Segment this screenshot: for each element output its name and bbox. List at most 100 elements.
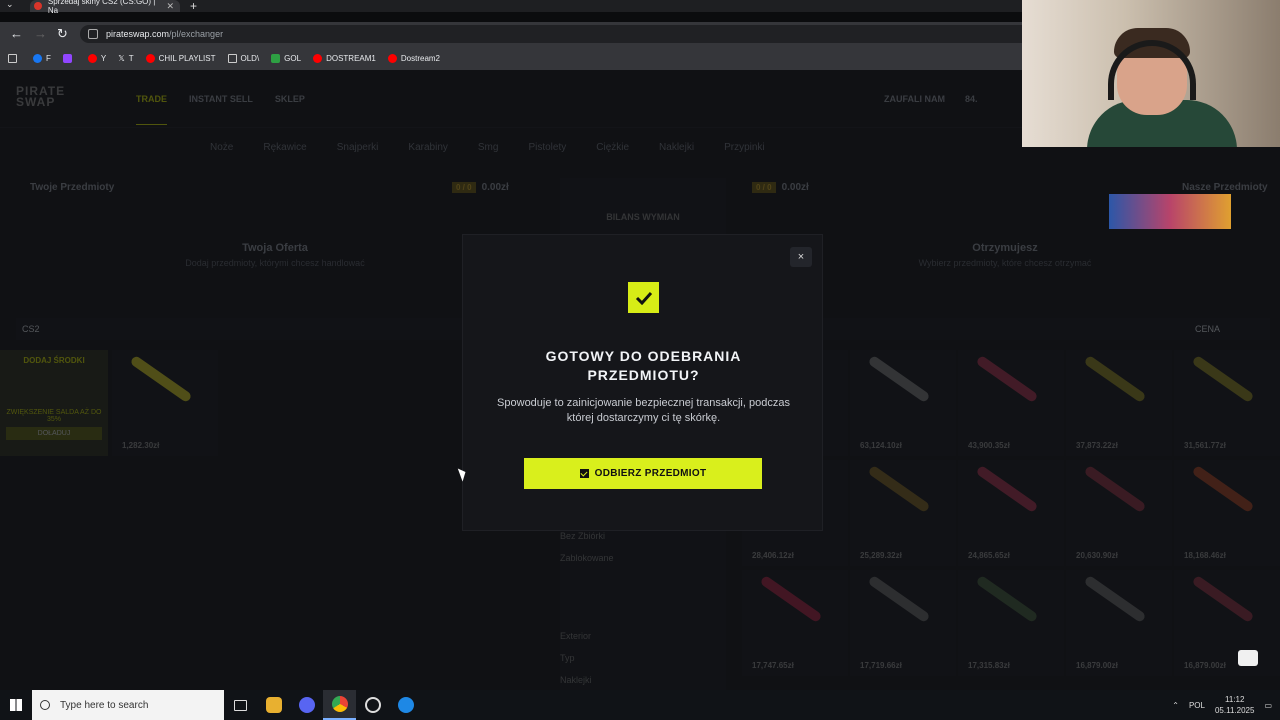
obs-icon[interactable]	[356, 690, 389, 720]
task-view-button[interactable]	[224, 690, 257, 720]
new-tab-button[interactable]: +	[190, 0, 197, 13]
file-explorer-icon[interactable]	[257, 690, 290, 720]
market-item-tile[interactable]: 25,289.32zł	[850, 460, 956, 566]
tray-expand-icon[interactable]: ⌃	[1172, 701, 1179, 710]
market-item-tile[interactable]: 18,168.46zł	[1174, 460, 1280, 566]
market-item-tile[interactable]: 31,561.77zł	[1174, 350, 1280, 456]
tab-close-icon[interactable]: ✕	[166, 1, 174, 12]
bookmark-item[interactable]: Dostream2	[387, 53, 440, 63]
market-item-tile[interactable]: 63,124.10zł	[850, 350, 956, 456]
close-button[interactable]: ×	[790, 247, 812, 267]
taskbar-search[interactable]: Type here to search	[32, 690, 224, 720]
category-item[interactable]: Pistolety	[528, 142, 566, 153]
nav-sklep[interactable]: SKLEP	[275, 94, 305, 125]
modal-title: GOTOWY DO ODEBRANIA PRZEDMIOTU?	[545, 348, 742, 383]
item-price: 17,719.66zł	[860, 661, 902, 670]
site-info-icon[interactable]	[88, 29, 98, 39]
notification-icon[interactable]: ▭	[1264, 701, 1272, 710]
category-item[interactable]: Noże	[210, 142, 233, 153]
category-item[interactable]: Karabiny	[408, 142, 447, 153]
site-logo[interactable]: PIRATE SWAP	[16, 85, 106, 108]
market-item-tile[interactable]: 16,879.00zł	[1066, 570, 1172, 676]
item-price: 17,315.83zł	[968, 661, 1010, 670]
receive-title: Otrzymujesz	[972, 242, 1038, 254]
game-filter[interactable]: CS2	[22, 324, 40, 334]
your-items-search[interactable]: CS2	[16, 318, 536, 340]
our-items-header: Nasze Przedmioty	[1182, 182, 1268, 193]
apps-grid-icon[interactable]	[8, 53, 21, 63]
item-price: 25,289.32zł	[860, 551, 902, 560]
market-item-tile[interactable]: 16,879.00zł	[1174, 570, 1280, 676]
filter-item[interactable]: Typ	[560, 647, 614, 669]
filter-item[interactable]: Zablokowane	[560, 547, 614, 569]
bookmark-item[interactable]: CHIL PLAYLIST	[145, 53, 216, 63]
claim-item-button[interactable]: ODBIERZ PRZEDMIOT	[524, 458, 762, 489]
bookmark-item[interactable]: Y	[87, 53, 106, 63]
bookmark-folder[interactable]: OLD\	[227, 53, 259, 63]
youtube-icon	[87, 53, 97, 63]
site-favicon-icon	[34, 2, 42, 10]
category-bar: Noże Rękawice Snajperki Karabiny Smg Pis…	[210, 142, 765, 153]
market-item-tile[interactable]: 20,630.90zł	[1066, 460, 1172, 566]
g-icon	[271, 53, 281, 63]
system-tray: ⌃ POL 11:12 05.11.2025 ▭	[1172, 690, 1280, 720]
promo-banner-image[interactable]	[1109, 194, 1231, 229]
x-icon: 𝕏	[118, 53, 125, 63]
language-indicator[interactable]: POL	[1189, 701, 1205, 710]
category-item[interactable]: Smg	[478, 142, 499, 153]
item-price: 31,561.77zł	[1184, 441, 1226, 450]
url-path: /pl/exchanger	[169, 29, 224, 39]
category-item[interactable]: Naklejki	[659, 142, 694, 153]
edge-icon[interactable]	[389, 690, 422, 720]
market-item-tile[interactable]: 17,747.65zł	[742, 570, 848, 676]
bookmark-item[interactable]	[62, 53, 76, 63]
windows-taskbar: Type here to search ⌃ POL 11:12 05.11.20…	[0, 690, 1280, 720]
bookmark-item[interactable]: 𝕏T	[118, 54, 133, 63]
market-item-tile[interactable]: 24,865.65zł	[958, 460, 1064, 566]
filter-item[interactable]: Naklejki	[560, 669, 614, 691]
nav-trade[interactable]: TRADE	[136, 94, 167, 125]
browser-tab[interactable]: Sprzedaj skiny CS2 (CS:GO) | Na ✕	[30, 0, 180, 15]
bookmark-item[interactable]: GOL	[271, 53, 301, 63]
deposit-button[interactable]: DOŁADUJ	[6, 427, 102, 440]
balance-title: BILANS WYMIAN	[606, 212, 680, 222]
facebook-icon	[33, 53, 42, 63]
category-item[interactable]: Przypinki	[724, 142, 765, 153]
check-square-icon	[579, 469, 589, 478]
my-item-tile[interactable]: 1,282.30zł	[112, 350, 218, 456]
clock[interactable]: 11:12 05.11.2025	[1215, 694, 1254, 716]
bookmark-item[interactable]: F	[33, 53, 51, 63]
tab-search-icon[interactable]: ⌄	[6, 0, 14, 10]
nav-zaufali-nam[interactable]: ZAUFALI NAM	[884, 94, 945, 104]
item-price: 18,168.46zł	[1184, 551, 1226, 560]
back-icon[interactable]: ←	[10, 26, 23, 41]
market-item-tile[interactable]: 17,719.66zł	[850, 570, 956, 676]
market-item-tile[interactable]: 17,315.83zł	[958, 570, 1064, 676]
item-price: 20,630.90zł	[1076, 551, 1118, 560]
offer-subtitle: Dodaj przedmioty, którymi chcesz handlow…	[185, 258, 365, 268]
reload-icon[interactable]: ↻	[57, 26, 68, 42]
nav-instant-sell[interactable]: INSTANT SELL	[189, 94, 253, 125]
offer-title: Twoja Oferta	[242, 242, 308, 254]
bookmark-item[interactable]: DOSTREAM1	[313, 53, 376, 63]
item-price: 37,873.22zł	[1076, 441, 1118, 450]
forward-icon[interactable]: →	[34, 26, 47, 41]
search-icon	[40, 700, 50, 710]
market-item-tile[interactable]: 37,873.22zł	[1066, 350, 1172, 456]
nav-balance[interactable]: 84.	[965, 94, 978, 104]
item-price: 24,865.65zł	[968, 551, 1010, 560]
filter-item[interactable]: Exterior	[560, 625, 614, 647]
category-item[interactable]: Rękawice	[263, 142, 306, 153]
sort-select[interactable]: CENA	[1195, 324, 1220, 334]
tab-title: Sprzedaj skiny CS2 (CS:GO) | Na	[47, 0, 156, 15]
start-button[interactable]	[0, 690, 32, 720]
chrome-icon[interactable]	[323, 690, 356, 720]
chat-icon[interactable]	[1238, 650, 1258, 666]
category-item[interactable]: Snajperki	[337, 142, 379, 153]
search-placeholder: Type here to search	[60, 699, 149, 711]
discord-icon[interactable]	[290, 690, 323, 720]
market-item-tile[interactable]: 43,900.35zł	[958, 350, 1064, 456]
item-price: 1,282.30zł	[122, 441, 160, 450]
deposit-tile[interactable]: DODAJ ŚRODKI ZWIĘKSZENIE SALDA AŻ DO 35%…	[0, 350, 108, 456]
category-item[interactable]: Ciężkie	[596, 142, 629, 153]
